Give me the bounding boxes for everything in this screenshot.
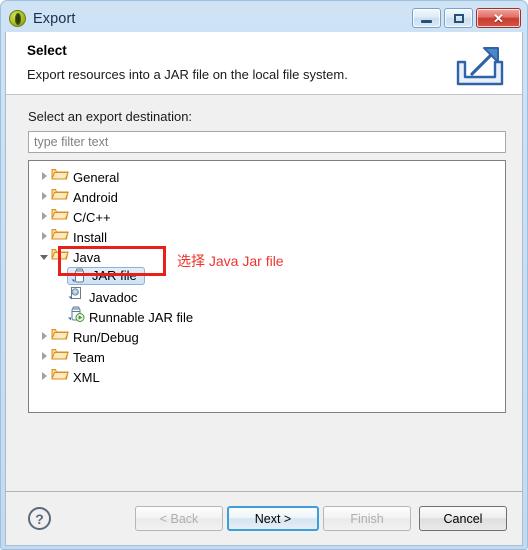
- next-button[interactable]: Next >: [227, 506, 319, 531]
- tree-item-team[interactable]: Team: [29, 346, 505, 366]
- javadoc-icon: @: [67, 287, 85, 305]
- page-description: Export resources into a JAR file on the …: [27, 67, 348, 82]
- dialog-client-area: Select Export resources into a JAR file …: [5, 32, 523, 546]
- minimize-button[interactable]: [412, 8, 441, 28]
- cancel-button[interactable]: Cancel: [419, 506, 507, 531]
- tree-item-content[interactable]: Team: [51, 346, 105, 366]
- folder-icon: [51, 369, 69, 385]
- tree-item-label: Android: [73, 190, 118, 205]
- tree-item-content[interactable]: General: [51, 166, 119, 186]
- close-button[interactable]: ✕: [476, 8, 521, 28]
- tree-item-android[interactable]: Android: [29, 186, 505, 206]
- annotation-text: 选择 Java Jar file: [177, 253, 284, 269]
- export-arrow-icon: [456, 47, 504, 86]
- jar-file-icon: [70, 268, 88, 284]
- tree-item-label: Install: [73, 230, 107, 245]
- tree-item-label: Java: [73, 250, 101, 265]
- dialog-header: Select Export resources into a JAR file …: [6, 32, 522, 95]
- folder-icon: [51, 209, 69, 225]
- chevron-right-icon[interactable]: [37, 206, 51, 226]
- tree-item-c-c[interactable]: C/C++: [29, 206, 505, 226]
- tree-item-label: General: [73, 170, 120, 185]
- chevron-right-icon[interactable]: [37, 366, 51, 386]
- title-bar: Export ✕: [5, 5, 523, 32]
- eclipse-icon: [9, 10, 26, 27]
- selected-tree-item[interactable]: JAR file: [67, 267, 145, 285]
- footer-buttons: < Back Next > Finish Cancel: [135, 506, 507, 531]
- folder-icon: [51, 349, 69, 365]
- chevron-right-icon[interactable]: [37, 166, 51, 186]
- folder-icon: [51, 249, 69, 265]
- folder-icon: [51, 169, 69, 185]
- tree-item-content[interactable]: @ Javadoc: [67, 286, 137, 306]
- window-title: Export: [33, 10, 76, 27]
- tree-item-label: Runnable JAR file: [89, 310, 194, 325]
- maximize-button[interactable]: [444, 8, 473, 28]
- destination-label: Select an export destination:: [28, 109, 193, 124]
- help-icon[interactable]: ?: [28, 507, 51, 530]
- chevron-right-icon[interactable]: [37, 186, 51, 206]
- folder-icon: [51, 189, 69, 205]
- export-destination-tree[interactable]: General Android C/C++ Install Java JAR file @ J…: [28, 160, 506, 413]
- tree-item-label: Javadoc: [89, 290, 138, 305]
- chevron-down-icon[interactable]: [37, 246, 51, 266]
- chevron-right-icon[interactable]: [37, 346, 51, 366]
- restore-icon: [453, 13, 464, 23]
- folder-icon: [51, 229, 69, 245]
- tree-item-content[interactable]: Runnable JAR file: [67, 306, 193, 326]
- tree-item-content[interactable]: XML: [51, 366, 100, 386]
- folder-icon: [51, 329, 69, 345]
- tree-item-xml[interactable]: XML: [29, 366, 505, 386]
- export-dialog-window: Export ✕ Select Export resources into a …: [0, 0, 528, 550]
- tree-item-content[interactable]: Install: [51, 226, 107, 246]
- page-title: Select: [27, 43, 67, 58]
- tree-item-install[interactable]: Install: [29, 226, 505, 246]
- minimize-icon: [421, 19, 432, 23]
- finish-button: Finish: [323, 506, 411, 531]
- tree-item-label: C/C++: [73, 210, 111, 225]
- chevron-right-icon[interactable]: [37, 326, 51, 346]
- tree-item-javadoc[interactable]: @ Javadoc: [29, 286, 505, 306]
- tree-item-label: Team: [73, 350, 105, 365]
- close-icon: ✕: [493, 10, 504, 26]
- tree-item-label: XML: [73, 370, 100, 385]
- chevron-right-icon[interactable]: [37, 226, 51, 246]
- dialog-button-bar: ? < Back Next > Finish Cancel: [6, 492, 522, 545]
- window-controls: ✕: [412, 8, 521, 28]
- tree-rows: General Android C/C++ Install Java JAR file @ J…: [29, 166, 505, 386]
- svg-text:@: @: [73, 290, 78, 296]
- back-button: < Back: [135, 506, 223, 531]
- tree-item-general[interactable]: General: [29, 166, 505, 186]
- tree-item-runnable-jar-file[interactable]: Runnable JAR file: [29, 306, 505, 326]
- tree-item-content[interactable]: Run/Debug: [51, 326, 139, 346]
- tree-item-label: Run/Debug: [73, 330, 139, 345]
- tree-item-content[interactable]: Java: [51, 246, 100, 266]
- tree-item-label: JAR file: [92, 268, 137, 283]
- dialog-body: Select an export destination: General And…: [6, 95, 522, 413]
- tree-item-content[interactable]: C/C++: [51, 206, 111, 226]
- filter-input[interactable]: [28, 131, 506, 153]
- runnable-jar-icon: [67, 306, 85, 325]
- tree-item-content[interactable]: Android: [51, 186, 118, 206]
- tree-item-run-debug[interactable]: Run/Debug: [29, 326, 505, 346]
